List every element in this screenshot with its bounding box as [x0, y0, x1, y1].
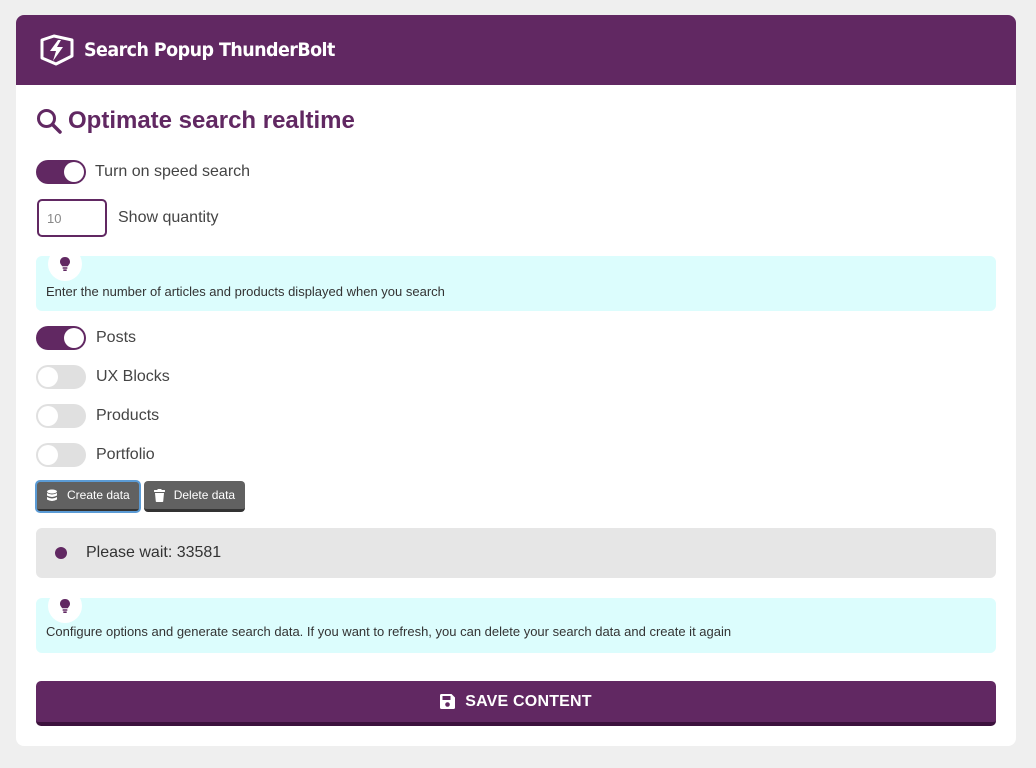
speed-search-toggle[interactable] [36, 160, 86, 184]
lightbulb-icon [48, 247, 82, 281]
toggle-knob [64, 162, 84, 182]
toggle-knob [38, 445, 58, 465]
posts-label: Posts [96, 329, 137, 346]
save-content-button[interactable]: SAVE CONTENT [36, 681, 996, 726]
lightbulb-icon [48, 589, 82, 623]
status-dot [55, 547, 67, 559]
speed-search-label: Turn on speed search [95, 163, 251, 180]
settings-panel: Search Popup ThunderBolt Optimate search… [16, 15, 1016, 746]
status-text: Please wait: 33581 [86, 544, 222, 561]
floppy-disk-icon [440, 694, 456, 709]
post-type-row: UX Blocks [36, 365, 170, 389]
quantity-input[interactable] [37, 199, 107, 237]
quantity-label: Show quantity [118, 209, 219, 226]
ux-blocks-label: UX Blocks [96, 368, 170, 385]
generate-tip-text: Configure options and generate search da… [46, 624, 732, 639]
app-title: Search Popup ThunderBolt [84, 39, 335, 61]
section-heading: Optimate search realtime [36, 107, 355, 135]
search-icon [36, 108, 62, 134]
posts-toggle[interactable] [36, 326, 86, 350]
quantity-tip-text: Enter the number of articles and product… [46, 284, 445, 299]
quantity-tip-box: Enter the number of articles and product… [36, 247, 996, 311]
post-type-row: Posts [36, 326, 136, 350]
delete-data-label: Delete data [173, 488, 236, 502]
create-data-label: Create data [67, 488, 130, 502]
portfolio-toggle[interactable] [36, 443, 86, 467]
app-header: Search Popup ThunderBolt [16, 15, 1016, 85]
progress-status: Please wait: 33581 [36, 528, 996, 578]
data-actions: Create data Delete data [35, 480, 246, 513]
post-type-row: Products [36, 404, 159, 428]
trash-icon [153, 488, 165, 502]
products-toggle[interactable] [36, 404, 86, 428]
toggle-knob [38, 367, 58, 387]
lightning-bolt-logo-icon [38, 34, 76, 66]
generate-tip-box: Configure options and generate search da… [36, 589, 996, 653]
delete-data-button[interactable]: Delete data [143, 481, 246, 512]
quantity-row: Show quantity [37, 199, 219, 237]
post-type-row: Portfolio [36, 443, 155, 467]
ux-blocks-toggle[interactable] [36, 365, 86, 389]
database-icon [47, 489, 57, 501]
page-title: Optimate search realtime [68, 107, 355, 134]
create-data-button[interactable]: Create data [35, 480, 141, 513]
toggle-knob [38, 406, 58, 426]
products-label: Products [96, 407, 160, 424]
speed-search-row: Turn on speed search [36, 160, 250, 184]
toggle-knob [64, 328, 84, 348]
save-content-label: SAVE CONTENT [465, 692, 592, 710]
portfolio-label: Portfolio [96, 446, 155, 463]
